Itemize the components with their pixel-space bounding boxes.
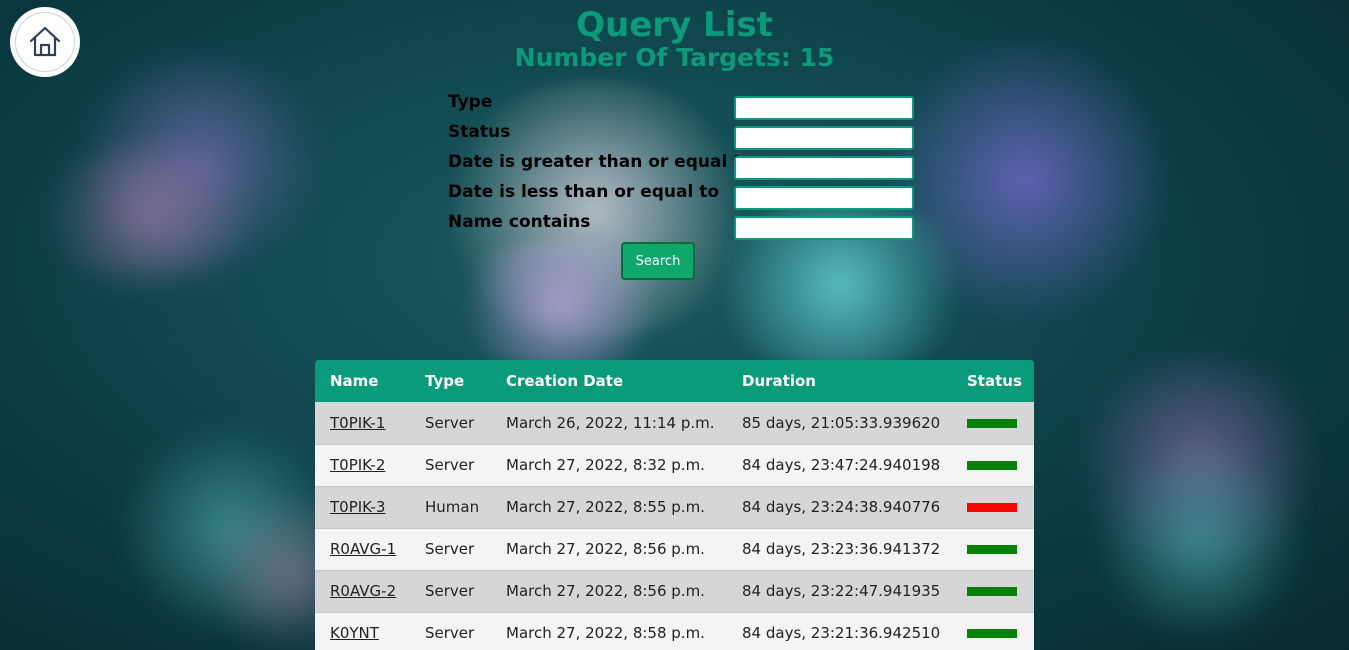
cell-creation-date: March 27, 2022, 8:58 p.m. xyxy=(506,624,705,642)
filter-label-date-lte: Date is less than or equal to xyxy=(448,182,720,202)
target-link[interactable]: T0PIK-3 xyxy=(330,498,385,516)
cell-type: Server xyxy=(425,413,475,432)
filter-label-type: Type xyxy=(448,92,493,112)
cell-type: Server xyxy=(425,624,475,642)
cell-type: Server xyxy=(425,540,475,558)
column-header-duration[interactable]: Duration xyxy=(727,360,952,402)
results-table: Name Type Creation Date Duration Status … xyxy=(315,360,1034,650)
cell-type: Server xyxy=(425,582,475,600)
table-row: T0PIK-2 Server March 27, 2022, 8:32 p.m. 84… xyxy=(315,444,1034,486)
name-contains-input[interactable] xyxy=(734,216,914,240)
status-bar-success xyxy=(967,461,1017,470)
status-bar-success xyxy=(967,587,1017,596)
cell-name: T0PIK-3 xyxy=(315,486,410,528)
type-input[interactable] xyxy=(734,96,914,120)
date-gte-input[interactable] xyxy=(734,156,914,180)
cell-creation-date: March 27, 2022, 8:32 p.m. xyxy=(506,456,705,474)
cell-duration: 85 days, 21:05:33.939620 xyxy=(742,413,941,432)
search-button[interactable]: Search xyxy=(621,242,695,280)
page-title: Query List xyxy=(576,5,773,45)
cell-status xyxy=(952,402,1034,444)
cell-name: R0AVG-1 xyxy=(315,528,410,570)
cell-name: T0PIK-2 xyxy=(315,444,410,486)
cell-creation-date: March 26, 2022, 11:14 p.m. xyxy=(506,413,715,432)
cell-status xyxy=(952,528,1034,570)
target-link[interactable]: T0PIK-1 xyxy=(330,414,385,432)
table-row: T0PIK-3 Human March 27, 2022, 8:55 p.m. 84 … xyxy=(315,486,1034,528)
cell-creation-date: March 27, 2022, 8:56 p.m. xyxy=(506,540,705,558)
cell-type: Human xyxy=(425,498,480,516)
status-bar-success xyxy=(967,545,1017,554)
cell-name: K0YNT xyxy=(315,612,410,650)
cell-name: T0PIK-1 xyxy=(315,402,410,444)
table-row: R0AVG-1 Server March 27, 2022, 8:56 p.m. 84… xyxy=(315,528,1034,570)
status-bar-success xyxy=(967,418,1017,428)
cell-duration: 84 days, 23:47:24.940198 xyxy=(742,456,941,474)
cell-duration: 84 days, 23:21:36.942510 xyxy=(742,624,941,642)
filter-label-date-gte: Date is greater than or equal to xyxy=(448,152,754,172)
table-body: T0PIK-1 Server March 26, 2022, 11:14 p.m. 8… xyxy=(315,402,1034,650)
cell-duration: 84 days, 23:22:47.941935 xyxy=(742,582,941,600)
filter-label-status: Status xyxy=(448,122,511,142)
status-input[interactable] xyxy=(734,126,914,150)
results-table-container: Name Type Creation Date Duration Status … xyxy=(315,360,1034,650)
cell-status xyxy=(952,570,1034,612)
table-row: R0AVG-2 Server March 27, 2022, 8:56 p.m. 84… xyxy=(315,570,1034,612)
table-row: K0YNT Server March 27, 2022, 8:58 p.m. 84 d… xyxy=(315,612,1034,650)
table-row: T0PIK-1 Server March 26, 2022, 11:14 p.m. 8… xyxy=(315,402,1034,444)
targets-count: Number Of Targets: 15 xyxy=(514,43,835,72)
date-lte-input[interactable] xyxy=(734,186,914,210)
filter-label-name-contains: Name contains xyxy=(448,212,591,232)
target-link[interactable]: R0AVG-1 xyxy=(330,540,396,558)
status-bar-success xyxy=(967,629,1017,638)
target-link[interactable]: K0YNT xyxy=(330,624,379,642)
column-header-type[interactable]: Type xyxy=(410,360,491,402)
target-link[interactable]: T0PIK-2 xyxy=(330,456,385,474)
cell-duration: 84 days, 23:23:36.941372 xyxy=(742,540,941,558)
cell-creation-date: March 27, 2022, 8:56 p.m. xyxy=(506,582,705,600)
cell-type: Server xyxy=(425,456,475,474)
target-link[interactable]: R0AVG-2 xyxy=(330,582,396,600)
table-header-row: Name Type Creation Date Duration Status xyxy=(315,360,1034,402)
cell-duration: 84 days, 23:24:38.940776 xyxy=(742,498,941,516)
cell-status xyxy=(952,612,1034,650)
cell-status xyxy=(952,444,1034,486)
column-header-name[interactable]: Name xyxy=(315,360,410,402)
cell-name: R0AVG-2 xyxy=(315,570,410,612)
background-protein-left-mid xyxy=(20,150,280,280)
background-protein-right-2 xyxy=(1080,450,1320,630)
column-header-creation-date[interactable]: Creation Date xyxy=(491,360,727,402)
column-header-status[interactable]: Status xyxy=(952,360,1034,402)
cell-creation-date: March 27, 2022, 8:55 p.m. xyxy=(506,498,705,516)
cell-status xyxy=(952,486,1034,528)
status-bar-failure xyxy=(967,503,1017,512)
